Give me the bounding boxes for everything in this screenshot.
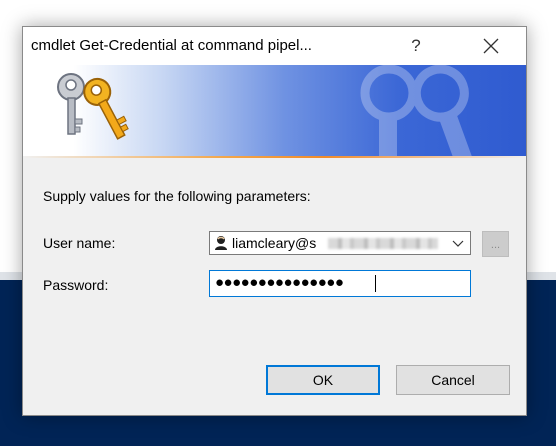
browse-credentials-button[interactable]: ... (482, 231, 509, 257)
dialog-banner (23, 65, 526, 158)
chevron-down-icon[interactable] (452, 237, 464, 249)
credential-dialog: cmdlet Get-Credential at command pipel..… (22, 26, 527, 416)
banner-accent-line (23, 156, 526, 158)
dialog-title: cmdlet Get-Credential at command pipel..… (31, 37, 312, 54)
username-combobox[interactable]: liamcleary@s (209, 231, 471, 255)
password-masked-value: ●●●●●●●●●●●●●●● (215, 274, 344, 291)
cancel-button[interactable]: Cancel (396, 365, 510, 395)
help-button[interactable]: ? (401, 33, 431, 59)
close-icon (483, 38, 499, 54)
password-field[interactable]: ●●●●●●●●●●●●●●● (209, 270, 471, 297)
keys-icon (57, 73, 129, 140)
close-button[interactable] (471, 32, 511, 60)
dialog-titlebar[interactable]: cmdlet Get-Credential at command pipel..… (23, 27, 526, 65)
ok-button[interactable]: OK (266, 365, 380, 395)
text-caret (375, 275, 376, 292)
username-redacted-domain (328, 238, 438, 249)
parameters-prompt: Supply values for the following paramete… (43, 188, 311, 204)
password-label: Password: (43, 277, 109, 293)
username-value: liamcleary@s (232, 235, 317, 251)
username-label: User name: (43, 235, 116, 251)
user-icon (215, 236, 227, 250)
keys-watermark-icon (360, 65, 473, 158)
